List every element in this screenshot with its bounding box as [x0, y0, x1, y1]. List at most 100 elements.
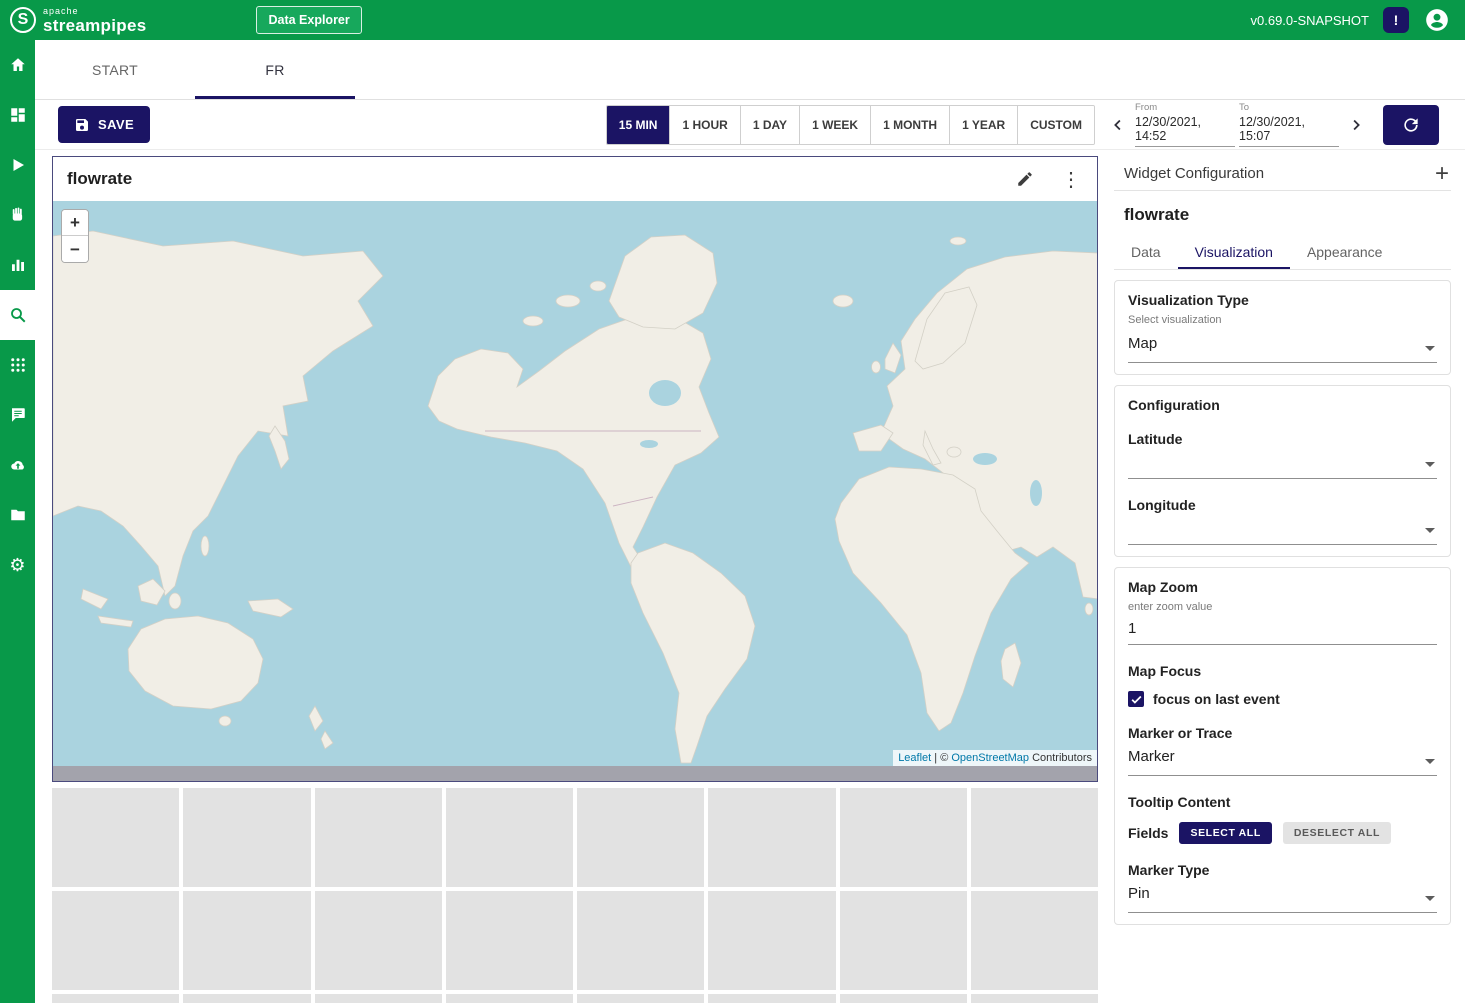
marker-type-value: Pin — [1128, 885, 1150, 902]
widget-menu-button[interactable]: ⋮ — [1059, 167, 1083, 191]
check-mark-icon — [1130, 693, 1143, 706]
grid-cell — [183, 994, 310, 1003]
previous-range-button[interactable] — [1105, 105, 1131, 145]
grid-cell — [577, 891, 704, 990]
time-range-1day[interactable]: 1 DAY — [741, 106, 800, 144]
checkbox-checked-icon[interactable] — [1128, 691, 1144, 707]
attribution-suffix: Contributors — [1029, 752, 1092, 764]
leaflet-world-map[interactable]: + − Leaflet | © OpenStreetMap Contributo… — [53, 201, 1097, 766]
from-date-field[interactable]: From 12/30/2021, 14:52 — [1135, 102, 1235, 147]
fields-label: Fields — [1128, 825, 1168, 841]
tab-fr[interactable]: FR — [195, 40, 355, 99]
dashboard-icon — [9, 106, 27, 124]
panel-tab-visualization[interactable]: Visualization — [1178, 235, 1290, 269]
latitude-select[interactable] — [1128, 447, 1437, 479]
grid-cell — [446, 891, 573, 990]
time-range-1month[interactable]: 1 MONTH — [871, 106, 950, 144]
grid-cell — [315, 788, 442, 887]
dashboard-grid — [52, 788, 1098, 1003]
sidebar-item-charts[interactable] — [0, 240, 35, 290]
time-range-1week[interactable]: 1 WEEK — [800, 106, 871, 144]
flowrate-widget: flowrate ⋮ — [52, 156, 1098, 782]
panel-tab-data[interactable]: Data — [1114, 235, 1178, 269]
sidebar-item-settings[interactable]: ⚙ — [0, 540, 35, 590]
toolbar: SAVE 15 MIN 1 HOUR 1 DAY 1 WEEK 1 MONTH … — [35, 100, 1465, 150]
sidebar-item-pipelines[interactable] — [0, 140, 35, 190]
hand-icon — [9, 206, 27, 224]
grid-cell — [708, 788, 835, 887]
sidebar-item-connect[interactable] — [0, 190, 35, 240]
marker-or-trace-select[interactable]: Marker — [1128, 741, 1437, 776]
select-all-button[interactable]: SELECT ALL — [1179, 822, 1271, 844]
marker-type-select[interactable]: Pin — [1128, 878, 1437, 913]
sidebar-item-dashboard[interactable] — [0, 90, 35, 140]
sidebar-item-data-explorer[interactable] — [0, 290, 35, 340]
attribution-separator: | © — [931, 752, 951, 764]
latitude-label: Latitude — [1128, 431, 1437, 447]
add-widget-button[interactable]: + — [1435, 162, 1449, 186]
folder-icon — [9, 506, 27, 524]
time-range-custom[interactable]: CUSTOM — [1018, 106, 1094, 144]
grid-cell — [708, 891, 835, 990]
to-value[interactable]: 12/30/2021, 15:07 — [1239, 113, 1339, 147]
from-value[interactable]: 12/30/2021, 14:52 — [1135, 113, 1235, 147]
focus-last-event-checkbox-row[interactable]: focus on last event — [1128, 691, 1437, 707]
grid-cell — [577, 788, 704, 887]
to-date-field[interactable]: To 12/30/2021, 15:07 — [1239, 102, 1339, 147]
visualization-type-card: Visualization Type Select visualization … — [1114, 280, 1451, 375]
sidebar-item-notifications[interactable] — [0, 390, 35, 440]
map-zoom-input[interactable]: 1 — [1128, 615, 1437, 645]
grid-cell — [840, 788, 967, 887]
time-range-15min[interactable]: 15 MIN — [607, 106, 671, 144]
configuration-card: Configuration Latitude Longitude — [1114, 385, 1451, 557]
feedback-icon[interactable]: ! — [1383, 7, 1409, 33]
refresh-button[interactable] — [1383, 105, 1439, 145]
panel-tab-appearance[interactable]: Appearance — [1290, 235, 1400, 269]
save-button[interactable]: SAVE — [58, 106, 150, 143]
widget-configuration-panel: Widget Configuration + flowrate Data Vis… — [1110, 151, 1465, 1003]
streampipes-logo[interactable]: S apache streampipes — [10, 7, 146, 34]
bar-chart-icon — [9, 256, 27, 274]
sidebar-item-apps[interactable] — [0, 340, 35, 390]
deselect-all-button[interactable]: DESELECT ALL — [1283, 822, 1391, 844]
openstreetmap-link[interactable]: OpenStreetMap — [951, 752, 1029, 764]
chevron-right-icon — [1347, 116, 1365, 134]
grid-cell — [840, 994, 967, 1003]
visualization-type-value: Map — [1128, 335, 1157, 352]
grid-cell — [577, 994, 704, 1003]
tab-start[interactable]: START — [35, 40, 195, 99]
apps-grid-icon — [9, 356, 27, 374]
visualization-type-hint: Select visualization — [1128, 314, 1437, 326]
map-zoom-hint: enter zoom value — [1128, 601, 1437, 613]
chevron-down-icon — [1425, 759, 1435, 764]
visualization-type-select[interactable]: Map — [1128, 328, 1437, 363]
map-zoom-in-button[interactable]: + — [62, 210, 88, 236]
marker-or-trace-label: Marker or Trace — [1128, 725, 1437, 741]
marker-type-label: Marker Type — [1128, 862, 1437, 878]
map-zoom-out-button[interactable]: − — [62, 236, 88, 262]
grid-cell — [52, 891, 179, 990]
grid-cell — [971, 994, 1098, 1003]
vertical-dots-icon: ⋮ — [1061, 167, 1081, 192]
time-range-1year[interactable]: 1 YEAR — [950, 106, 1018, 144]
time-range-1hour[interactable]: 1 HOUR — [670, 106, 740, 144]
logo-streampipes-label: streampipes — [43, 17, 146, 34]
sidebar-item-files[interactable] — [0, 490, 35, 540]
data-explorer-nav-chip[interactable]: Data Explorer — [256, 6, 361, 34]
account-icon[interactable] — [1423, 6, 1451, 34]
edit-widget-button[interactable] — [1013, 167, 1037, 191]
dashboard-tab-bar: START FR — [35, 40, 1465, 100]
widget-horizontal-scrollbar[interactable] — [53, 766, 1097, 781]
streampipes-logo-icon: S — [10, 7, 36, 33]
map-attribution: Leaflet | © OpenStreetMap Contributors — [893, 750, 1097, 766]
chat-bubble-icon — [9, 406, 27, 424]
grid-cell — [315, 891, 442, 990]
save-button-label: SAVE — [98, 117, 134, 132]
longitude-select[interactable] — [1128, 513, 1437, 545]
leaflet-link[interactable]: Leaflet — [898, 752, 931, 764]
sidebar-item-home[interactable] — [0, 40, 35, 90]
search-icon — [9, 306, 27, 324]
sidebar-item-install[interactable] — [0, 440, 35, 490]
next-range-button[interactable] — [1343, 105, 1369, 145]
grid-cell — [446, 994, 573, 1003]
